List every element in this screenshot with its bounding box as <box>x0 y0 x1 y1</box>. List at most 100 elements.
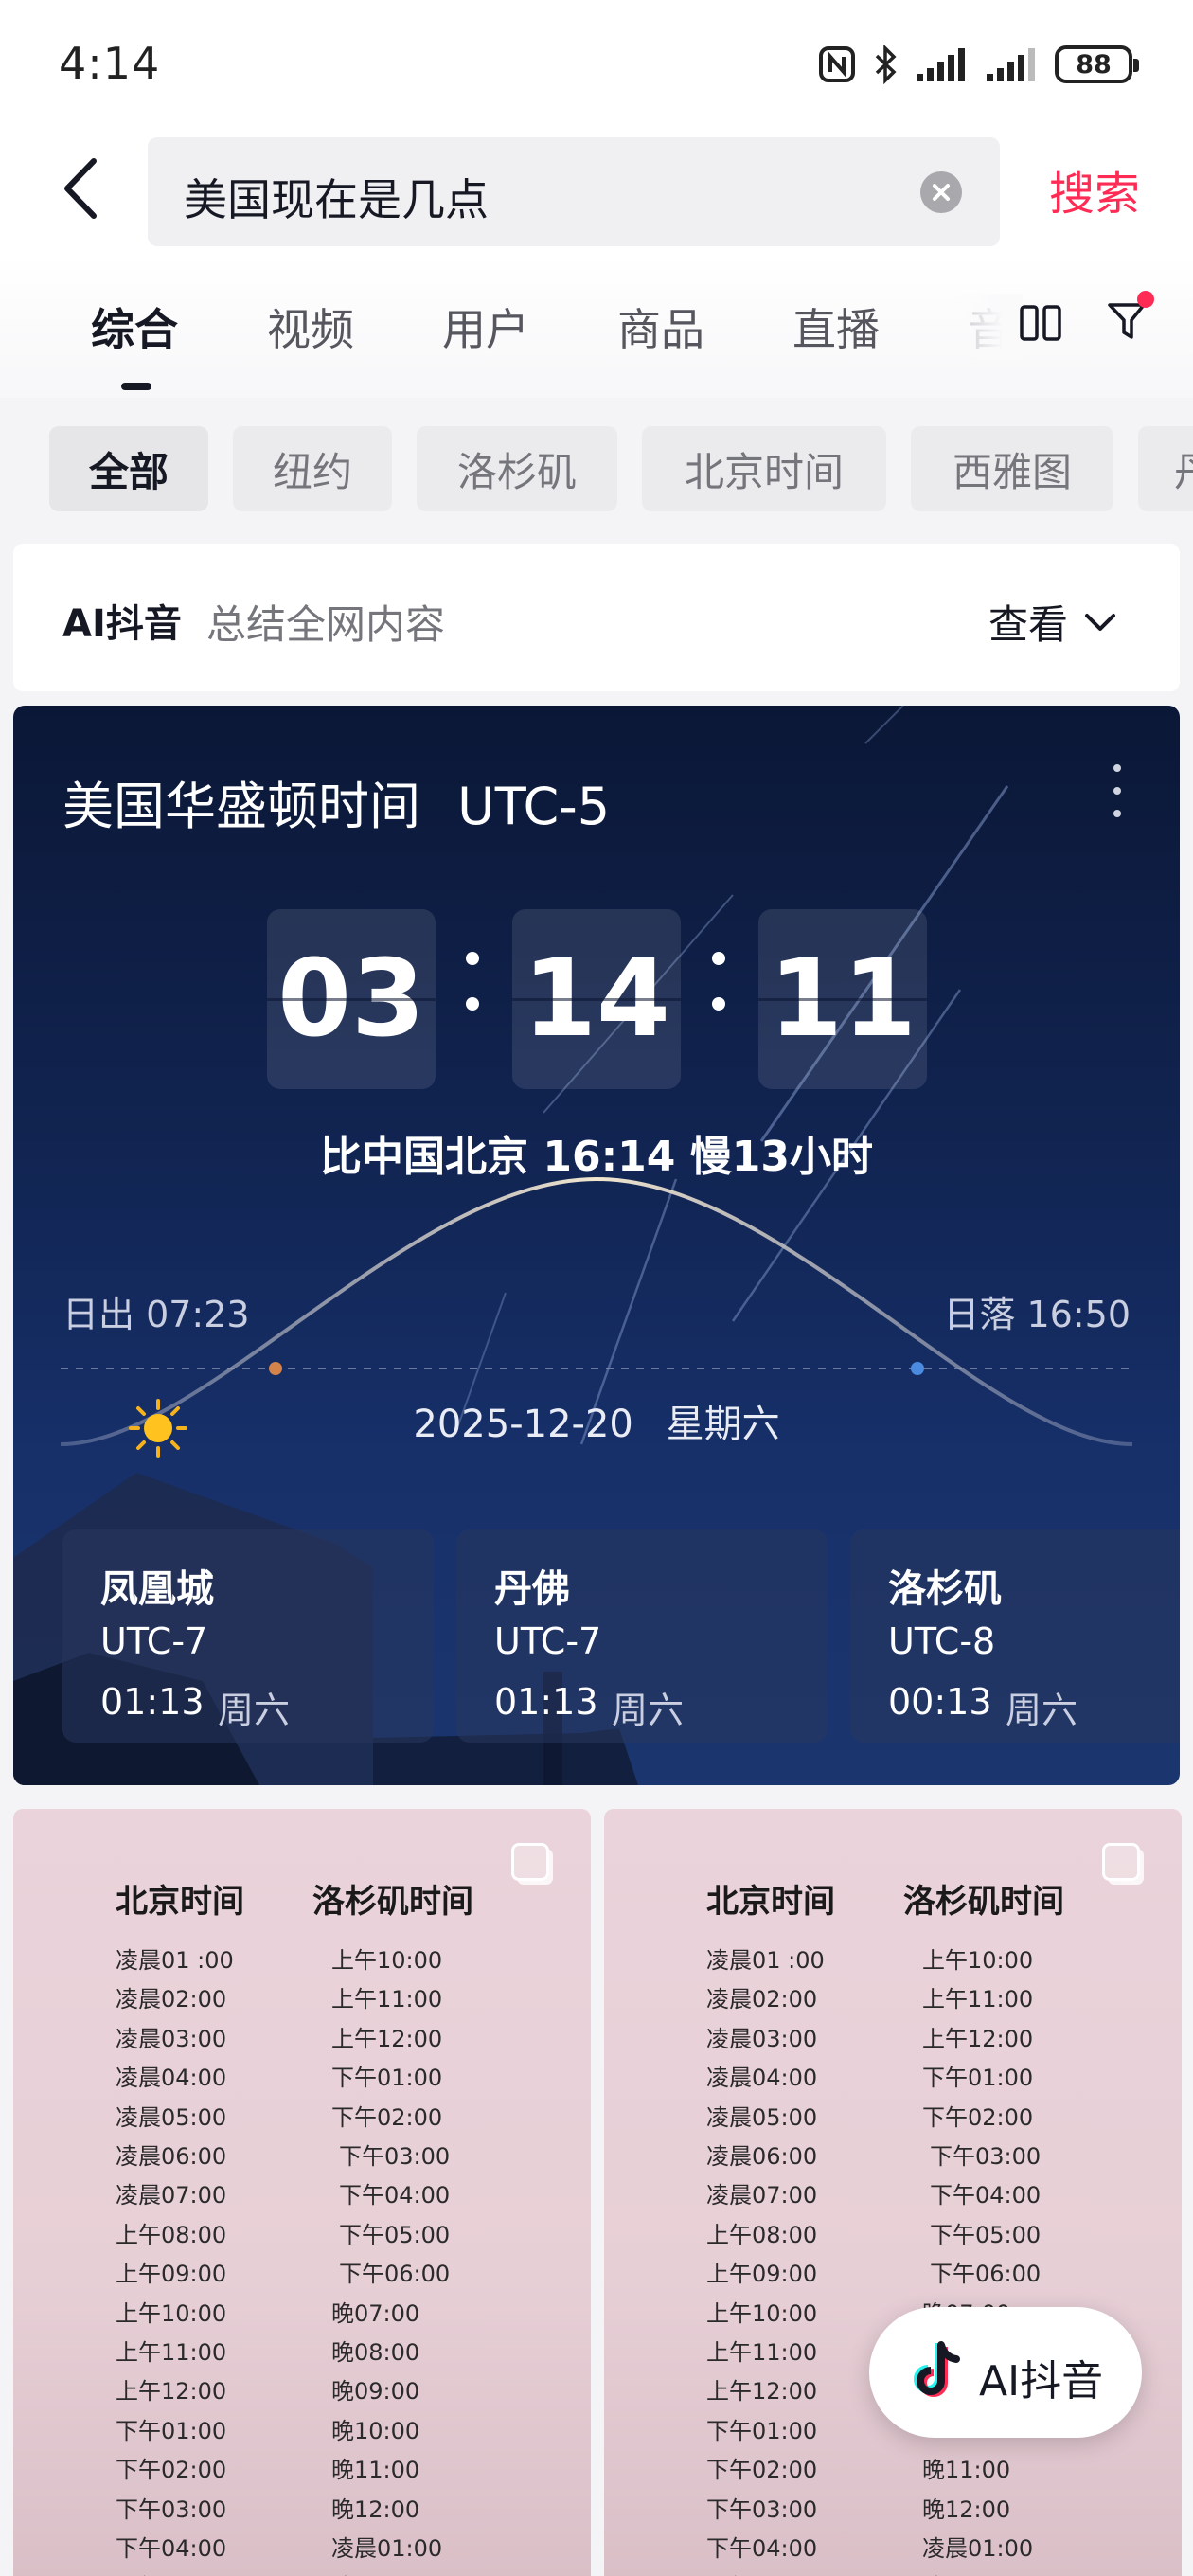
signal-icon-2 <box>987 48 1035 81</box>
table-cell-beijing: 下午01:00 <box>706 2417 818 2444</box>
ai-view-button[interactable]: 查看 <box>988 593 1117 651</box>
table-cell-beijing: 下午03:00 <box>706 2496 818 2523</box>
table-cell-beijing: 凌晨01 :00 <box>706 1947 825 1974</box>
table-cell-los-angeles: 上午12:00 <box>922 2025 1034 2052</box>
city-utc: UTC-7 <box>494 1620 602 1662</box>
city-day: 周六 <box>218 1690 291 1731</box>
table-cell-beijing: 凌晨02:00 <box>706 1986 818 2013</box>
tab-comprehensive[interactable]: 综合 <box>91 295 178 358</box>
table-cell-beijing: 下午05:00 <box>116 2568 226 2576</box>
table-header-beijing: 北京时间 <box>706 1883 835 1921</box>
battery-indicator: 88 <box>1055 45 1139 83</box>
chevron-down-icon <box>1085 613 1116 631</box>
table-cell-los-angeles: 上午11:00 <box>922 1986 1034 2013</box>
table-cell-los-angeles: 下午01:00 <box>922 2065 1034 2092</box>
table-cell-beijing: 凌晨06:00 <box>706 2143 818 2170</box>
table-cell-beijing: 上午11:00 <box>116 2339 227 2366</box>
chip-seattle[interactable]: 西雅图 <box>911 426 1113 511</box>
table-cell-beijing: 下午05:00 <box>706 2568 817 2576</box>
table-cell-los-angeles: 凌晨02:00 <box>331 2568 442 2576</box>
chip-denver[interactable]: 丹 <box>1138 426 1193 511</box>
table-cell-los-angeles: 下午06:00 <box>339 2261 451 2288</box>
table-cell-los-angeles: 晚09:00 <box>331 2378 420 2406</box>
layout-toggle-icon[interactable] <box>1019 301 1062 345</box>
table-cell-los-angeles: 下午05:00 <box>339 2221 451 2248</box>
tab-users[interactable]: 用户 <box>442 295 529 358</box>
world-time-card[interactable]: 美国华盛顿时间 UTC-5 03 14 11 比中国北京 16:14 慢13小时… <box>13 706 1180 1785</box>
colon-separator <box>709 940 728 1035</box>
active-tab-indicator <box>121 383 151 390</box>
ai-float-label: AI抖音 <box>979 2357 1104 2406</box>
status-time: 4:14 <box>59 38 161 89</box>
search-box[interactable]: 美国现在是几点 <box>148 137 1000 246</box>
clear-search-button[interactable] <box>920 171 962 213</box>
table-cell-beijing: 凌晨06:00 <box>116 2143 227 2170</box>
tab-live[interactable]: 直播 <box>792 295 880 358</box>
select-checkbox[interactable] <box>1102 1843 1140 1881</box>
table-cell-beijing: 下午04:00 <box>116 2535 227 2562</box>
back-button[interactable] <box>47 151 114 226</box>
date-value: 2025-12-20 <box>413 1403 633 1446</box>
table-cell-beijing: 凌晨01 :00 <box>116 1947 234 1974</box>
ai-view-label: 查看 <box>988 601 1069 648</box>
search-header: 美国现在是几点 搜索 <box>0 128 1193 256</box>
table-cell-los-angeles: 晚07:00 <box>331 2299 420 2327</box>
table-cell-beijing: 下午03:00 <box>116 2496 227 2523</box>
table-cell-los-angeles: 下午04:00 <box>930 2182 1042 2209</box>
table-cell-beijing: 下午02:00 <box>116 2457 227 2484</box>
table-cell-beijing: 凌晨07:00 <box>706 2182 818 2209</box>
status-icons: 88 <box>818 42 1139 87</box>
chip-los-angeles[interactable]: 洛杉矶 <box>417 426 617 511</box>
result-card-time-table[interactable]: 北京时间 洛杉矶时间 凌晨01 :00 上午10:00 凌晨02:00 上午11:00… <box>604 1809 1182 2576</box>
tab-video[interactable]: 视频 <box>267 295 354 358</box>
ai-douyin-float-button[interactable]: AI抖音 <box>869 2307 1142 2438</box>
sunrise-label: 日出 07:23 <box>62 1294 250 1335</box>
chip-all[interactable]: 全部 <box>49 426 208 511</box>
card-title: 美国华盛顿时间 UTC-5 <box>62 764 610 839</box>
table-header-los-angeles: 洛杉矶时间 <box>903 1883 1064 1921</box>
table-cell-los-angeles: 下午06:00 <box>930 2261 1042 2288</box>
table-cell-los-angeles: 下午01:00 <box>331 2065 443 2092</box>
bluetooth-icon <box>875 45 897 84</box>
search-input[interactable]: 美国现在是几点 <box>184 166 489 228</box>
sunset-label: 日落 16:50 <box>943 1294 1131 1335</box>
city-time: 01:13 <box>494 1681 598 1723</box>
result-card-time-table[interactable]: 北京时间 洛杉矶时间 凌晨01 :00 上午10:00 凌晨02:00 上午11:00… <box>13 1809 591 2576</box>
douyin-logo-icon <box>914 2341 960 2397</box>
table-cell-beijing: 凌晨07:00 <box>116 2182 227 2209</box>
result-tabs: 综合 视频 用户 商品 直播 音 <box>0 256 1193 398</box>
ai-brand-label: AI抖音 <box>62 602 182 646</box>
tab-products[interactable]: 商品 <box>617 295 704 358</box>
table-cell-beijing: 上午11:00 <box>706 2339 818 2366</box>
table-cell-beijing: 凌晨05:00 <box>116 2103 227 2131</box>
more-icon[interactable] <box>1108 764 1127 817</box>
chip-new-york[interactable]: 纽约 <box>233 426 392 511</box>
hours-digit: 03 <box>267 909 436 1089</box>
nfc-icon <box>819 46 855 82</box>
ai-summary-bar[interactable]: AI抖音 总结全网内容 查看 <box>13 544 1180 691</box>
city-name: 丹佛 <box>494 1567 570 1611</box>
city-utc: UTC-7 <box>100 1620 208 1662</box>
select-checkbox[interactable] <box>511 1843 549 1881</box>
table-cell-los-angeles: 下午03:00 <box>930 2143 1042 2170</box>
table-cell-beijing: 上午08:00 <box>116 2221 227 2248</box>
seconds-digit: 11 <box>758 909 927 1089</box>
search-button[interactable]: 搜索 <box>1049 156 1140 223</box>
table-cell-los-angeles: 凌晨02:00 <box>922 2568 1033 2576</box>
filter-icon[interactable] <box>1106 290 1159 347</box>
city-card-denver[interactable]: 丹佛 UTC-7 01:13 周六 <box>456 1530 828 1743</box>
status-bar: 4:14 88 <box>0 0 1193 128</box>
city-card-phoenix[interactable]: 凤凰城 UTC-7 01:13 周六 <box>62 1530 434 1743</box>
table-cell-beijing: 上午08:00 <box>706 2221 818 2248</box>
table-cell-beijing: 下午02:00 <box>706 2457 818 2484</box>
table-cell-los-angeles: 晚11:00 <box>331 2457 420 2484</box>
table-cell-los-angeles: 凌晨01:00 <box>922 2535 1034 2562</box>
table-cell-los-angeles: 上午12:00 <box>331 2025 443 2052</box>
city-card-los-angeles[interactable]: 洛杉矶 UTC-8 00:13 周六 <box>850 1530 1180 1743</box>
city-day: 周六 <box>1006 1690 1078 1731</box>
table-cell-beijing: 上午12:00 <box>116 2378 227 2406</box>
chip-beijing-time[interactable]: 北京时间 <box>642 426 886 511</box>
table-cell-los-angeles: 晚08:00 <box>331 2339 420 2366</box>
table-cell-beijing: 凌晨03:00 <box>116 2025 227 2052</box>
table-cell-los-angeles: 下午03:00 <box>339 2143 451 2170</box>
